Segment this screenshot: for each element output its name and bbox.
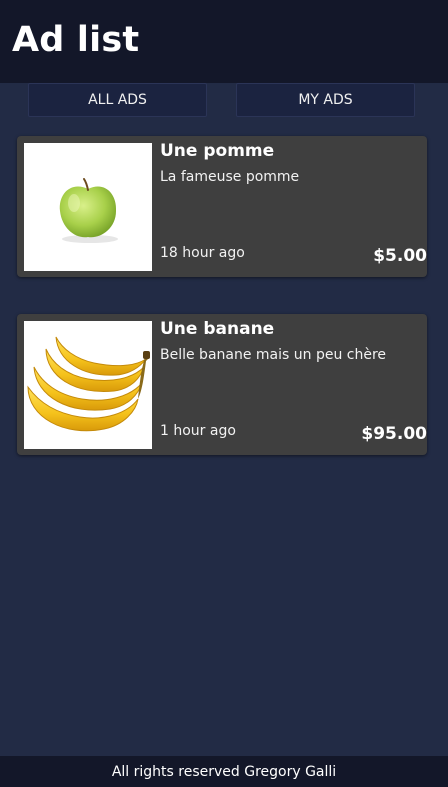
- ad-title: Une banane: [160, 319, 275, 339]
- green-apple-icon: [59, 178, 118, 243]
- ad-description: Belle banane mais un peu chère: [160, 347, 387, 363]
- ad-timestamp: 18 hour ago: [160, 245, 245, 261]
- ad-price: $5.00: [373, 246, 427, 266]
- ad-timestamp: 1 hour ago: [160, 423, 236, 439]
- ad-title: Une pomme: [160, 141, 275, 161]
- footer-text: All rights reserved Gregory Galli: [111, 763, 337, 780]
- banana-bunch-icon: [27, 336, 150, 432]
- ad-card-apple[interactable]: Une pomme La fameuse pomme 18 hour ago $…: [17, 136, 427, 277]
- ad-image: [24, 321, 152, 449]
- footer: All rights reserved Gregory Galli: [0, 756, 448, 787]
- tab-my-ads[interactable]: MY ADS: [236, 83, 415, 117]
- page-title: Ad list: [12, 20, 140, 60]
- ad-description: La fameuse pomme: [160, 169, 300, 185]
- ad-image: [24, 143, 152, 271]
- ad-card-banana[interactable]: Une banane Belle banane mais un peu chèr…: [17, 314, 427, 455]
- app-header: Ad list: [0, 0, 448, 83]
- ad-price: $95.00: [361, 424, 427, 444]
- tab-all-ads[interactable]: ALL ADS: [28, 83, 207, 117]
